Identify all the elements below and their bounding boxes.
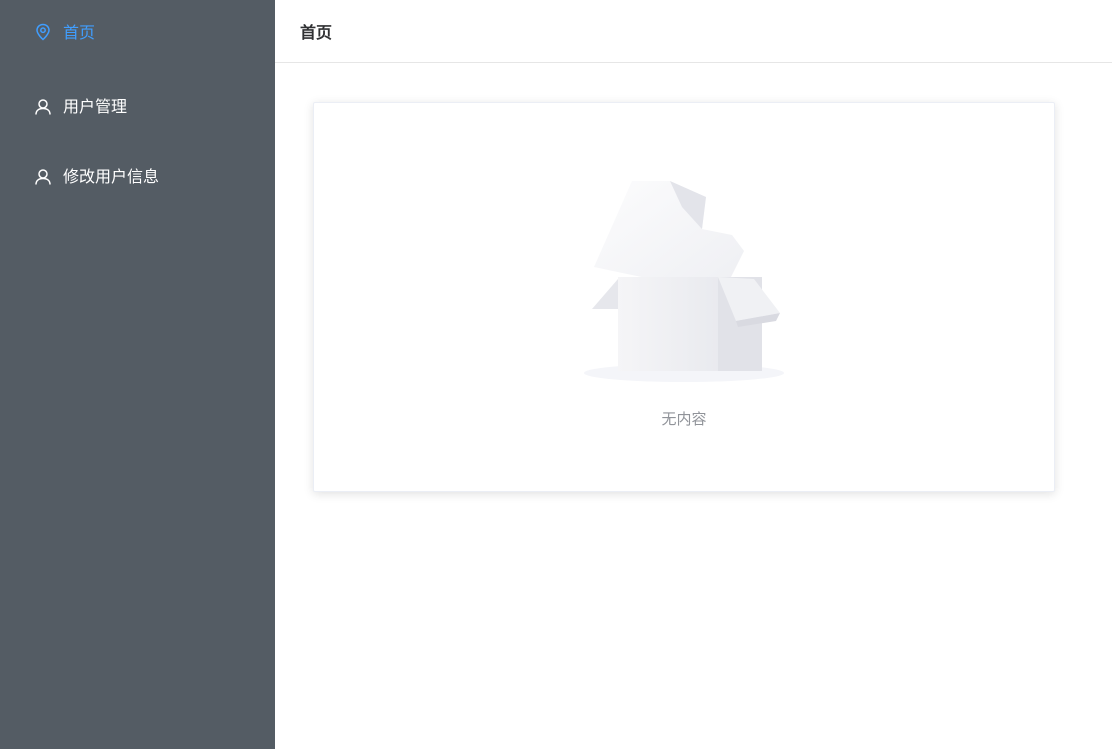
empty-box-icon — [584, 179, 784, 385]
sidebar-item-label: 首页 — [63, 23, 96, 42]
sidebar-item-home[interactable]: 首页 — [0, 0, 275, 72]
content-area: 无内容 — [275, 63, 1112, 492]
sidebar-item-edit-user-info[interactable]: 修改用户信息 — [0, 142, 275, 212]
app: 首页 用户管理 修改用户信息 首页 无内容 — [0, 0, 1112, 749]
user-icon — [34, 168, 52, 186]
content-card: 无内容 — [313, 102, 1055, 492]
sidebar-item-label: 用户管理 — [63, 97, 128, 116]
page-title: 首页 — [300, 23, 333, 42]
main-area: 首页 无内容 — [275, 0, 1112, 749]
user-icon — [34, 98, 52, 116]
sidebar-item-label: 修改用户信息 — [63, 167, 160, 186]
sidebar-menu: 首页 用户管理 修改用户信息 — [0, 0, 275, 749]
location-icon — [34, 23, 52, 41]
empty-state-text: 无内容 — [661, 410, 707, 428]
sidebar-item-user-management[interactable]: 用户管理 — [0, 72, 275, 142]
page-header: 首页 — [275, 0, 1112, 63]
